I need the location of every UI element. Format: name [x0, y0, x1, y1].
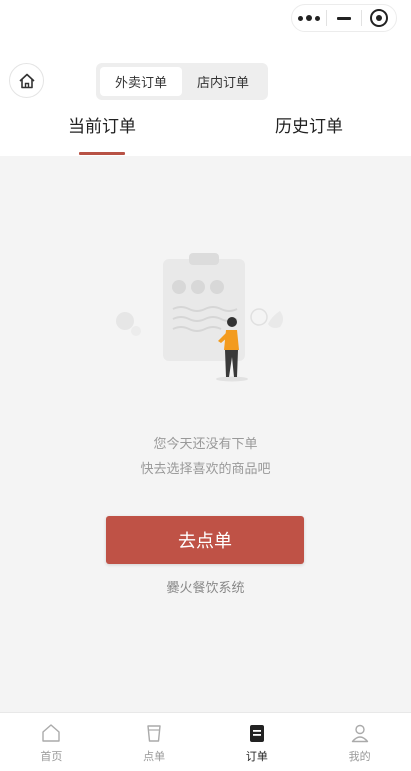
- home-button[interactable]: [9, 63, 44, 98]
- more-dots-icon: [298, 15, 320, 21]
- tabbar-item-menu[interactable]: 点单: [103, 713, 206, 771]
- user-icon: [351, 724, 368, 743]
- more-button[interactable]: [292, 5, 326, 31]
- minimize-button[interactable]: [327, 5, 361, 31]
- mini-program-capsule: [291, 4, 397, 32]
- empty-state-line2: 快去选择喜欢的商品吧: [140, 462, 271, 477]
- bottom-tabbar: 首页 点单 订单 我的: [0, 712, 411, 771]
- order-type-delivery[interactable]: 外卖订单: [100, 67, 182, 96]
- order-type-switch: 外卖订单 店内订单: [96, 63, 268, 100]
- tabbar-label-mine: 我的: [348, 750, 371, 763]
- home-icon: [42, 724, 61, 742]
- empty-orders-illustration: [116, 253, 283, 382]
- tab-history-orders[interactable]: 历史订单: [239, 112, 379, 156]
- tabbar-label-orders: 订单: [245, 750, 268, 763]
- home-icon: [18, 73, 35, 88]
- close-button[interactable]: [362, 5, 396, 31]
- go-order-button[interactable]: 去点单: [106, 516, 304, 564]
- tab-current-orders[interactable]: 当前订单: [32, 112, 172, 156]
- tabbar-item-orders[interactable]: 订单: [206, 713, 309, 771]
- cup-icon: [147, 725, 161, 742]
- close-target-icon: [370, 9, 388, 27]
- tabbar-item-home[interactable]: 首页: [0, 713, 103, 771]
- tabbar-label-home: 首页: [40, 750, 63, 763]
- minimize-icon: [337, 16, 351, 20]
- order-tabs: 当前订单 历史订单: [0, 112, 411, 156]
- order-icon: [249, 725, 264, 742]
- tabbar-label-menu: 点单: [143, 750, 166, 763]
- tabbar-item-mine[interactable]: 我的: [308, 713, 411, 771]
- order-type-dine-in[interactable]: 店内订单: [182, 67, 264, 96]
- empty-state-line1: 您今天还没有下单: [153, 437, 258, 452]
- active-tab-underline: [79, 152, 125, 155]
- brand-footer-text: 爨火餐饮系统: [166, 581, 245, 596]
